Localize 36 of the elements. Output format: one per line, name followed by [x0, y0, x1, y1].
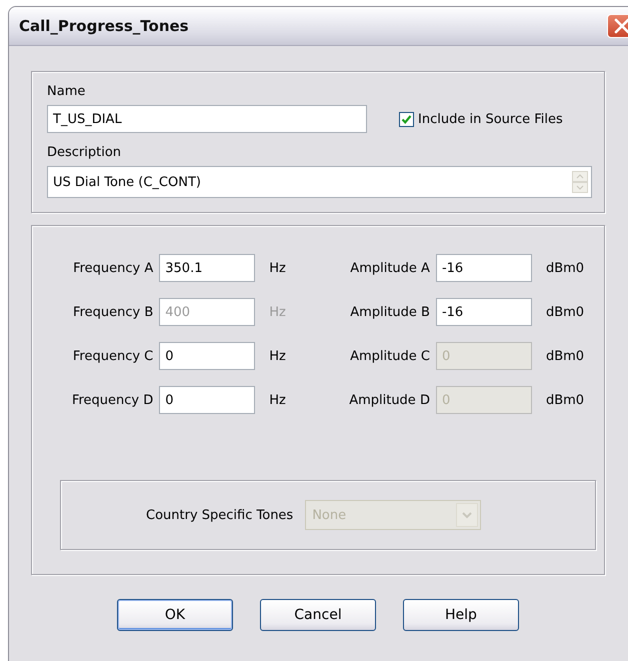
name-label: Name	[47, 84, 86, 99]
amplitude-label: Amplitude C	[349, 348, 430, 364]
checkbox[interactable]	[399, 112, 414, 126]
unit-label: Hz	[268, 260, 287, 276]
unit-label: dBm0	[544, 348, 586, 364]
amplitude-label: Amplitude D	[348, 392, 430, 408]
unit-label: Hz	[268, 392, 287, 408]
dialog-button[interactable]: OK	[117, 599, 233, 631]
frequency-label: Frequency D	[70, 392, 154, 408]
amplitude-field[interactable]: -16	[436, 254, 532, 282]
frequency-field[interactable]: 0	[159, 386, 256, 414]
frequency-label: Frequency B	[72, 304, 154, 320]
description-field[interactable]: US Dial Tone (C_CONT)	[47, 166, 592, 198]
window-title: Call_Progress_Tones	[19, 17, 189, 35]
unit-label: dBm0	[544, 392, 586, 408]
close-button[interactable]	[607, 14, 628, 38]
unit-label: Hz	[268, 348, 287, 364]
check-icon	[401, 114, 412, 124]
checkbox-label[interactable]: Include in Source Files	[418, 112, 563, 126]
amplitude-field[interactable]: -16	[436, 298, 532, 326]
unit-label: Hz	[268, 304, 287, 320]
spinner-icon	[572, 171, 588, 193]
frequency-field[interactable]: 0	[159, 342, 256, 370]
dialog-button[interactable]: Help	[403, 599, 519, 631]
country-label: Country Specific Tones	[146, 508, 294, 522]
name-field[interactable]: T_US_DIAL	[47, 105, 367, 133]
dialog-button[interactable]: Cancel	[260, 599, 376, 631]
close-icon	[613, 17, 628, 35]
frequency-label: Frequency C	[72, 348, 154, 364]
frequency-label: Frequency A	[72, 260, 154, 276]
unit-label: dBm0	[544, 260, 586, 276]
amplitude-label: Amplitude B	[349, 304, 430, 320]
amplitude-label: Amplitude A	[349, 260, 430, 276]
frequency-field[interactable]: 350.1	[159, 254, 256, 282]
unit-label: dBm0	[544, 304, 586, 320]
description-label: Description	[47, 145, 122, 160]
